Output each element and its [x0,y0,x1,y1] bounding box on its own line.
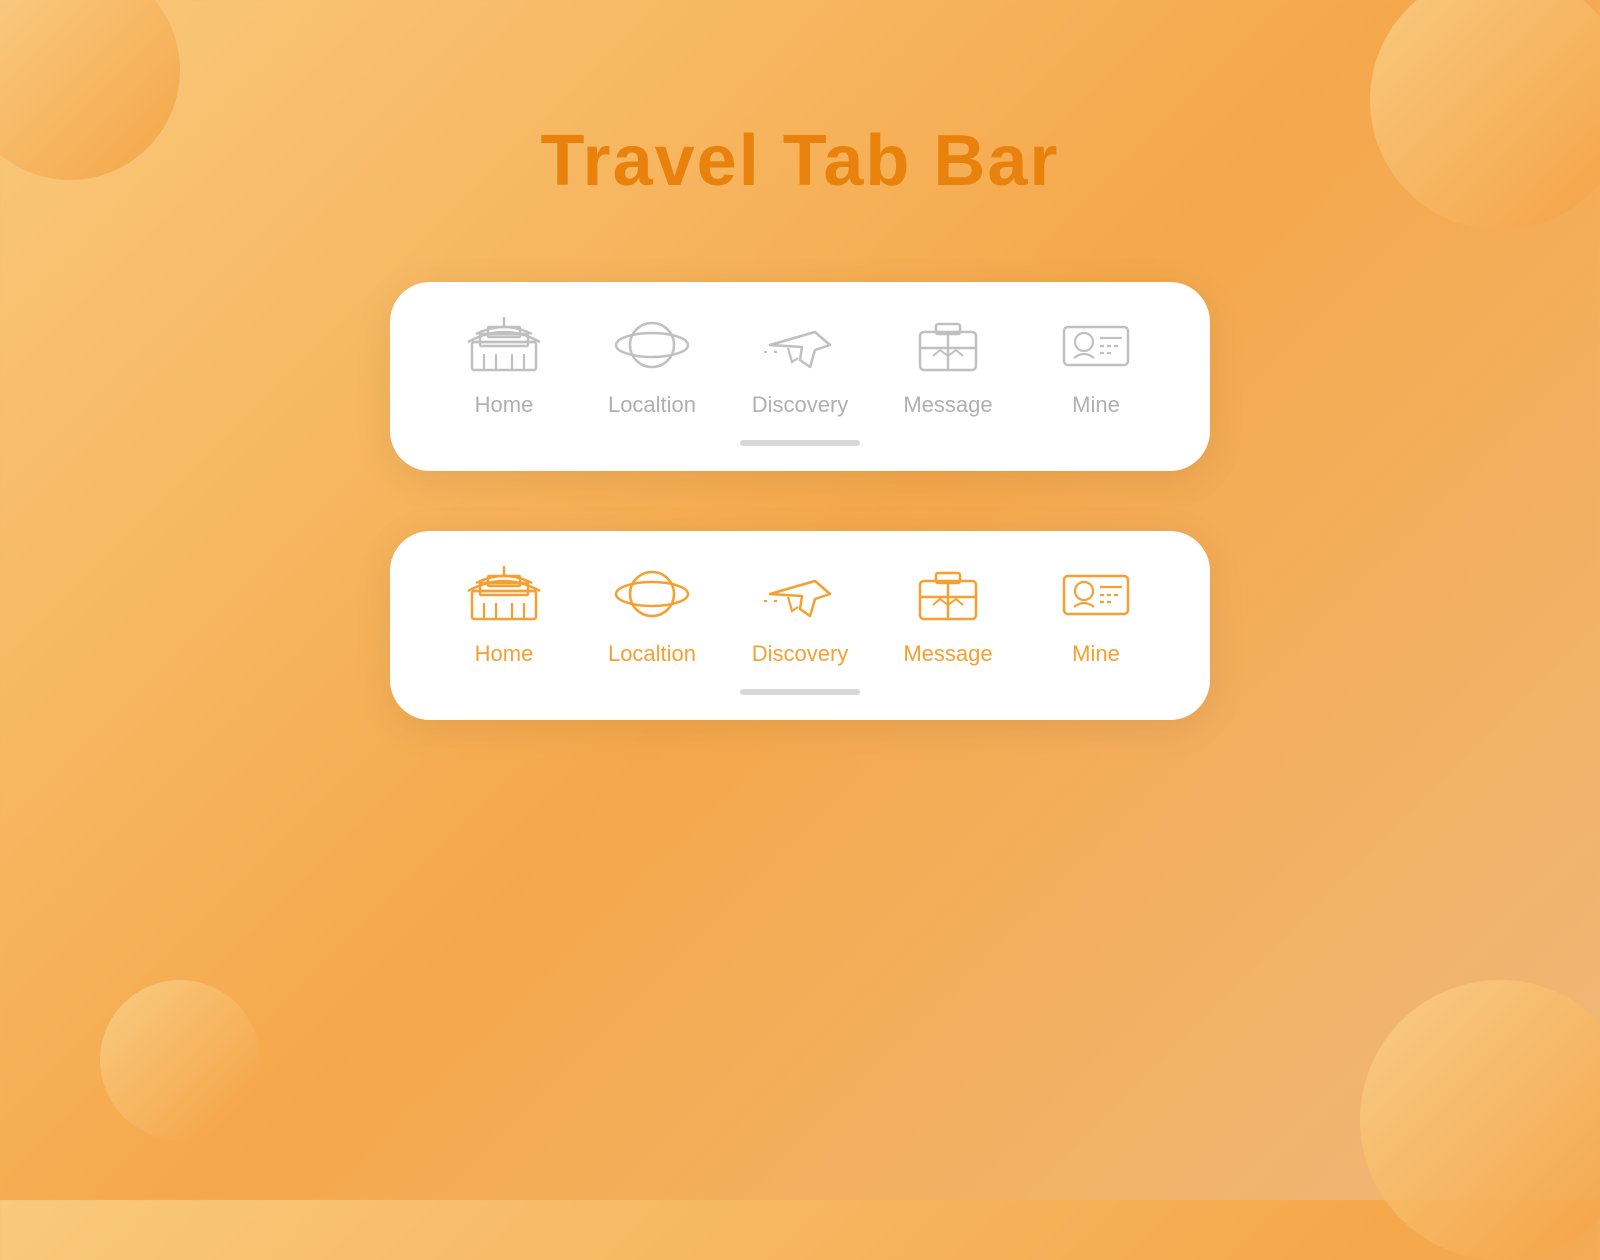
tab-label-discovery-inactive: Discovery [752,392,849,418]
tab-item-location-active[interactable]: Localtion [592,561,712,667]
message-icon-inactive [908,312,988,382]
tab-item-mine-inactive[interactable]: Mine [1036,312,1156,418]
tab-label-location-inactive: Localtion [608,392,696,418]
mine-icon-active [1056,561,1136,631]
message-icon-active [908,561,988,631]
tab-item-message-active[interactable]: Message [888,561,1008,667]
scroll-indicator-2 [740,689,860,695]
tab-items-inactive: Home Localtion [430,312,1170,418]
discovery-icon-inactive [760,312,840,382]
decorative-circle-bottom-left [100,980,260,1140]
tab-bar-active: Home Localtion Discovery [390,531,1210,720]
tab-label-mine-inactive: Mine [1072,392,1120,418]
tab-items-active: Home Localtion Discovery [430,561,1170,667]
tab-label-mine-active: Mine [1072,641,1120,667]
tab-item-home-active[interactable]: Home [444,561,564,667]
tab-label-location-active: Localtion [608,641,696,667]
scroll-indicator-1 [740,440,860,446]
tab-item-discovery-active[interactable]: Discovery [740,561,860,667]
tab-label-home-inactive: Home [475,392,534,418]
tab-item-home-inactive[interactable]: Home [444,312,564,418]
mine-icon-inactive [1056,312,1136,382]
decorative-circle-bottom-right [1360,980,1600,1260]
decorative-circle-top-right [1370,0,1600,230]
home-icon-active [464,561,544,631]
tab-label-discovery-active: Discovery [752,641,849,667]
tab-item-discovery-inactive[interactable]: Discovery [740,312,860,418]
tab-label-message-active: Message [903,641,992,667]
tab-bar-inactive: Home Localtion [390,282,1210,471]
tab-label-home-active: Home [475,641,534,667]
decorative-circle-top-left [0,0,180,180]
tab-item-message-inactive[interactable]: Message [888,312,1008,418]
tab-label-message-inactive: Message [903,392,992,418]
tab-item-mine-active[interactable]: Mine [1036,561,1156,667]
discovery-icon-active [760,561,840,631]
tab-item-location-inactive[interactable]: Localtion [592,312,712,418]
location-icon-inactive [612,312,692,382]
page-title: Travel Tab Bar [541,120,1060,202]
home-icon-inactive [464,312,544,382]
location-icon-active [612,561,692,631]
